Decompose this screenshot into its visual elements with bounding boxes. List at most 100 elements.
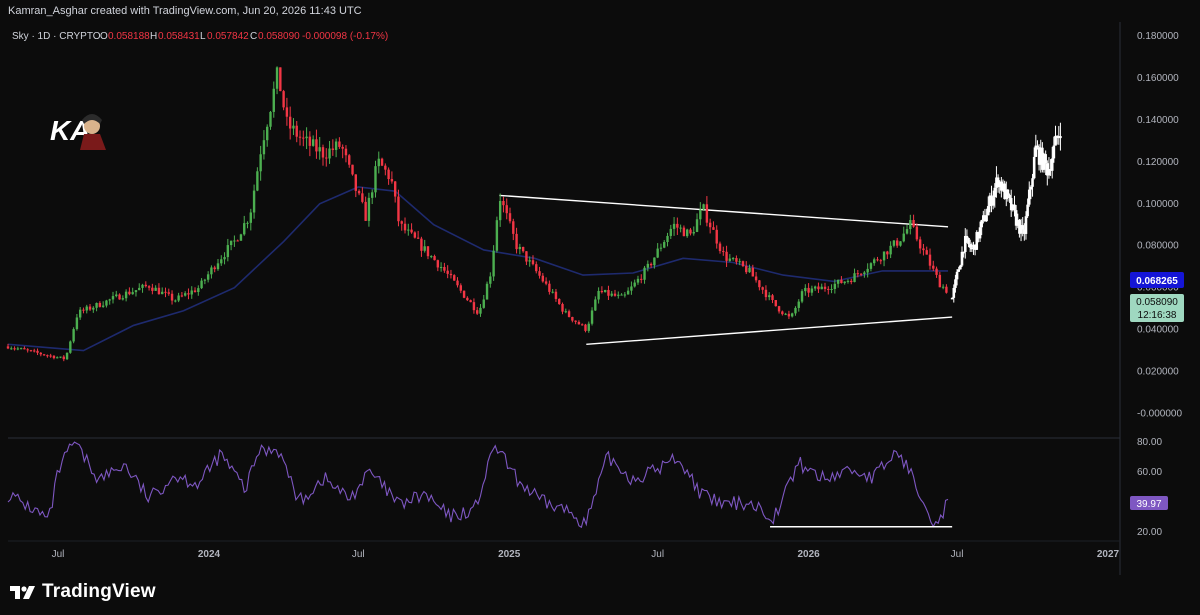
candle-body bbox=[836, 279, 840, 284]
candle-body bbox=[275, 67, 279, 89]
candle-body bbox=[311, 139, 315, 146]
candle-body bbox=[672, 223, 676, 229]
candle-body bbox=[472, 302, 476, 311]
projection-body bbox=[954, 279, 957, 288]
candle-body bbox=[292, 125, 295, 129]
candle-body bbox=[584, 324, 587, 331]
candle-body bbox=[397, 196, 400, 222]
candle-body bbox=[52, 355, 56, 359]
candle-body bbox=[738, 261, 741, 263]
candle-body bbox=[78, 309, 82, 318]
candle-body bbox=[29, 350, 33, 352]
candle-body bbox=[285, 107, 289, 117]
candle-body bbox=[354, 174, 358, 191]
candle-body bbox=[390, 179, 394, 182]
candle-body bbox=[807, 287, 810, 293]
candle-body bbox=[646, 263, 650, 268]
candle-body bbox=[712, 227, 715, 230]
candle-body bbox=[498, 200, 502, 221]
candle-body bbox=[105, 300, 108, 306]
candle-body bbox=[88, 306, 92, 310]
candle-body bbox=[905, 229, 909, 234]
candle-body bbox=[266, 126, 269, 141]
candle-body bbox=[49, 355, 52, 357]
candle-body bbox=[735, 258, 738, 262]
candle-body bbox=[853, 273, 856, 283]
candle-body bbox=[141, 284, 144, 288]
candle-body bbox=[16, 348, 20, 350]
candle-body bbox=[42, 354, 46, 356]
candle-body bbox=[131, 292, 134, 295]
candle-body bbox=[702, 204, 705, 210]
candle-body bbox=[462, 290, 466, 298]
legend-symbol: Sky · 1D · CRYPTO bbox=[12, 31, 101, 42]
candle-body bbox=[518, 246, 522, 250]
candle-body bbox=[351, 164, 354, 175]
candle-body bbox=[649, 263, 653, 266]
candle-body bbox=[256, 171, 259, 191]
candle-body bbox=[302, 137, 305, 139]
candle-body bbox=[367, 197, 371, 221]
candle-body bbox=[705, 204, 709, 223]
candle-body bbox=[348, 155, 351, 165]
candle-body bbox=[754, 276, 758, 281]
candle-body bbox=[843, 281, 846, 284]
candle-body bbox=[364, 201, 367, 221]
candle-body bbox=[154, 287, 157, 291]
candle-body bbox=[177, 295, 180, 301]
candle-body bbox=[13, 348, 16, 350]
candle-body bbox=[357, 190, 361, 194]
projection-body bbox=[955, 271, 959, 280]
candle-body bbox=[922, 248, 925, 251]
candle-body bbox=[233, 240, 236, 242]
candle-body bbox=[830, 289, 833, 291]
candle-body bbox=[164, 291, 167, 293]
candle-body bbox=[489, 276, 492, 284]
time-tick-label: Jul bbox=[52, 549, 65, 560]
candle-body bbox=[85, 306, 88, 311]
candle-body bbox=[902, 233, 905, 242]
candle-body bbox=[745, 266, 748, 273]
tradingview-brand: TradingView bbox=[42, 581, 156, 602]
candle-body bbox=[147, 286, 151, 288]
candle-body bbox=[869, 263, 873, 269]
candle-body bbox=[895, 240, 899, 246]
candle-body bbox=[790, 313, 794, 317]
candle-body bbox=[400, 221, 403, 224]
projection-body bbox=[1027, 189, 1031, 205]
candle-body bbox=[495, 220, 499, 251]
candle-body bbox=[794, 307, 797, 314]
projection-body bbox=[962, 251, 965, 254]
candle-body bbox=[180, 295, 184, 297]
candle-body bbox=[92, 307, 95, 310]
candle-body bbox=[121, 298, 125, 300]
candle-body bbox=[377, 158, 380, 167]
candle-body bbox=[482, 299, 485, 308]
projection-body bbox=[1036, 145, 1039, 148]
candle-body bbox=[915, 226, 919, 240]
chart-area[interactable]: Sky · 1D · CRYPTO O 0.058188 H 0.058431 … bbox=[0, 22, 1200, 575]
candle-body bbox=[771, 295, 774, 301]
candle-body bbox=[19, 348, 23, 350]
tradingview-logo[interactable]: TradingView bbox=[10, 581, 156, 603]
candle-body bbox=[200, 280, 203, 289]
candle-body bbox=[439, 266, 443, 268]
candle-body bbox=[426, 246, 430, 257]
price-tick-label: 0.160000 bbox=[1137, 73, 1179, 84]
candle-body bbox=[456, 280, 459, 286]
projection-body bbox=[1021, 225, 1024, 230]
candle-body bbox=[197, 288, 200, 293]
candle-body bbox=[144, 284, 148, 287]
legend-close-value: 0.058090 bbox=[258, 31, 300, 42]
candle-body bbox=[161, 291, 164, 295]
candle-body bbox=[33, 350, 36, 352]
candle-body bbox=[617, 294, 620, 296]
candle-body bbox=[6, 346, 10, 349]
candle-body bbox=[56, 357, 59, 359]
candle-body bbox=[220, 259, 223, 264]
candle-body bbox=[564, 311, 567, 313]
candle-body bbox=[46, 355, 49, 357]
projection-body bbox=[957, 269, 961, 272]
chart-background bbox=[0, 22, 1200, 575]
candle-body bbox=[928, 254, 932, 266]
